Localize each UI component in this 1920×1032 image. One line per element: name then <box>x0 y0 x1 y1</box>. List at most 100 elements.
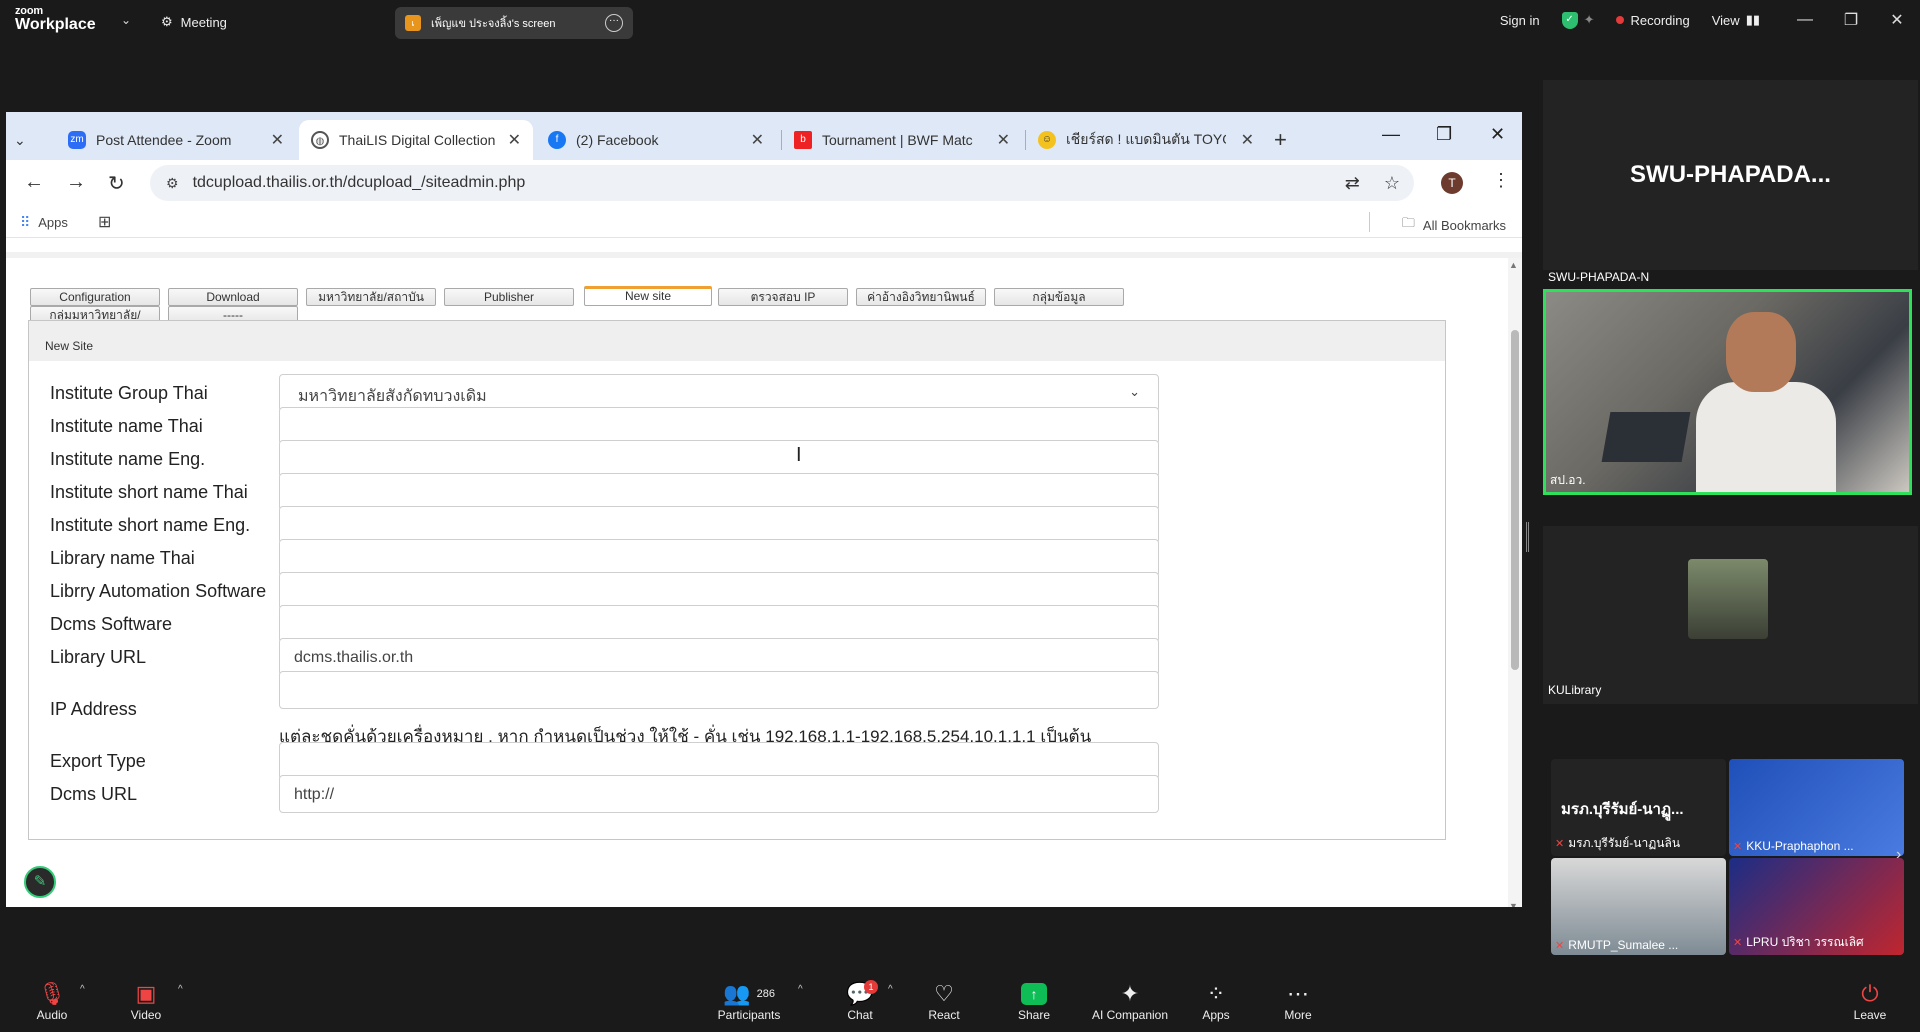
site-info-icon[interactable]: ⚙ <box>166 175 179 192</box>
scroll-thumb[interactable] <box>1511 330 1519 670</box>
heart-icon: ♡ <box>934 981 954 1006</box>
gallery-tile[interactable]: ✕ LPRU ปริชา วรรณเลิศ <box>1729 858 1904 955</box>
sign-in-link[interactable]: Sign in <box>1500 13 1540 28</box>
muted-mic-icon: ✕ <box>1733 937 1743 949</box>
minimize-icon[interactable]: — <box>1382 124 1400 145</box>
star-icon[interactable]: ☆ <box>1384 173 1400 194</box>
ai-companion-button[interactable]: ✦ AI Companion <box>1086 980 1174 1022</box>
participants-button[interactable]: 👥 286 Participants <box>714 980 784 1022</box>
view-label: View <box>1711 12 1740 28</box>
label-institute-name-eng: Institute name Eng. <box>50 449 206 469</box>
reload-icon[interactable]: ↻ <box>108 171 125 196</box>
tab-youtube-live[interactable]: ☺ เชียร์สด ! แบดมินตัน TOYOT ✕ <box>1026 120 1266 160</box>
tab-configuration[interactable]: Configuration <box>30 288 160 306</box>
ip-address-input[interactable] <box>279 671 1159 709</box>
video-options-icon[interactable]: ^ <box>178 984 183 995</box>
active-speaker-tile[interactable]: SWU-PHAPADA... <box>1543 80 1918 270</box>
chevron-down-icon[interactable]: ⌄ <box>121 13 131 27</box>
screen-share-indicator[interactable]: เ เพ็ญแข ประจงลิ้ง's screen ··· <box>395 7 633 39</box>
video-label: Video <box>130 1008 162 1022</box>
tab-thesis-reference[interactable]: ค่าอ้างอิงวิทยานิพนธ์ <box>856 288 986 306</box>
close-icon[interactable]: ✕ <box>1874 10 1920 30</box>
meeting-menu[interactable]: ⚙ Meeting <box>161 14 227 30</box>
video-button[interactable]: ▣ Video <box>124 980 168 1022</box>
security-status[interactable]: ✓ ✦ <box>1561 11 1594 29</box>
new-tab-icon[interactable]: + <box>1274 127 1287 153</box>
participants-options-icon[interactable]: ^ <box>798 984 803 995</box>
close-tab-icon[interactable]: ✕ <box>508 130 521 150</box>
tab-new-site[interactable]: New site <box>584 286 712 306</box>
tab-bwf[interactable]: b Tournament | BWF Matc ✕ <box>782 120 1022 160</box>
page-scrollbar[interactable]: ▲ ▼ <box>1508 258 1522 907</box>
tab-university[interactable]: มหาวิทยาลัย/สถาบัน <box>306 288 436 306</box>
scroll-up-icon[interactable]: ▲ <box>1509 260 1518 270</box>
recording-label: Recording <box>1630 12 1690 28</box>
label-institute-group-thai: Institute Group Thai <box>50 383 208 403</box>
tab-search-button[interactable]: ⌄ <box>6 120 42 160</box>
label-short-name-thai: Institute short name Thai <box>50 482 248 502</box>
close-tab-icon[interactable]: ✕ <box>271 130 284 150</box>
recording-indicator[interactable]: Recording <box>1616 12 1690 28</box>
audio-options-icon[interactable]: ^ <box>80 984 85 995</box>
restore-icon[interactable]: ❐ <box>1436 124 1452 145</box>
react-button[interactable]: ♡ React <box>924 980 964 1022</box>
more-button[interactable]: ⋯ More <box>1278 980 1318 1022</box>
forward-icon[interactable]: → <box>66 171 86 194</box>
apps-button[interactable]: ⁘ Apps <box>1196 980 1236 1022</box>
gallery-tile[interactable]: ✕ RMUTP_Sumalee ... <box>1551 858 1726 955</box>
zoom-brand: Workplace <box>15 16 96 33</box>
main-video-label: สป.อว. <box>1550 473 1586 487</box>
more-options-icon[interactable]: ··· <box>605 14 623 32</box>
video-off-icon: ▣ <box>135 981 157 1006</box>
emoji-icon: ☺ <box>1038 131 1056 149</box>
tab-thailis[interactable]: ◍ ThaiLIS Digital Collection ✕ <box>299 120 533 160</box>
chevron-down-icon: ⌄ <box>14 131 26 148</box>
translate-icon[interactable]: ⇄ <box>1345 173 1360 194</box>
tab-check-ip[interactable]: ตรวจสอบ IP <box>718 288 848 306</box>
main-video-tile[interactable]: สป.อว. <box>1543 289 1912 495</box>
meeting-toolbar: 🎙 Audio ^ ▣ Video ^ 👥 286 Participants ^… <box>0 974 1920 1032</box>
address-bar[interactable]: ⚙ tdcupload.thailis.or.th/dcupload_/site… <box>150 165 1414 201</box>
browser-toolbar: ← → ↻ ⚙ tdcupload.thailis.or.th/dcupload… <box>6 160 1522 206</box>
gallery-tile[interactable]: มรภ.บุรีรัมย์-นาฏู... ✕ มรภ.บุรีรัมย์-นาฏ… <box>1551 759 1726 856</box>
apps-bookmark[interactable]: ⠿ Apps <box>20 214 68 231</box>
leave-button[interactable]: ⏻ Leave <box>1850 980 1890 1022</box>
tab-facebook[interactable]: f (2) Facebook ✕ <box>536 120 776 160</box>
tab-data-group[interactable]: กลุ่มข้อมูล <box>994 288 1124 306</box>
meeting-label: Meeting <box>180 14 227 30</box>
chevron-right-icon[interactable]: › <box>1896 846 1901 864</box>
annotate-pencil-icon[interactable]: ✎ <box>24 866 56 898</box>
gallery-tile[interactable]: ✕ KKU-Praphaphon ... <box>1729 759 1904 856</box>
tab-download[interactable]: Download <box>168 288 298 306</box>
video-person-face <box>1726 312 1796 392</box>
tab-groups-icon[interactable]: ⊞ <box>98 212 111 232</box>
audio-button[interactable]: 🎙 Audio <box>30 980 74 1022</box>
tab-title: Tournament | BWF Matc <box>822 132 973 148</box>
record-dot-icon <box>1616 16 1625 24</box>
back-icon[interactable]: ← <box>24 171 44 194</box>
all-bookmarks[interactable]: 🗀 All Bookmarks <box>1402 214 1506 236</box>
close-icon[interactable]: ✕ <box>1490 124 1505 145</box>
tab-post-attendee[interactable]: zm Post Attendee - Zoom ✕ <box>56 120 296 160</box>
more-icon: ⋯ <box>1287 981 1309 1006</box>
dcms-url-input[interactable]: http:// <box>279 775 1159 813</box>
profile-avatar[interactable]: T <box>1441 172 1463 194</box>
apps-grid-icon: ⠿ <box>20 214 31 230</box>
tile-name: KKU-Praphaphon ... <box>1746 839 1854 853</box>
bwf-icon: b <box>794 131 812 149</box>
tab-publisher[interactable]: Publisher <box>444 288 574 306</box>
restore-icon[interactable]: ❐ <box>1828 10 1874 30</box>
text-cursor-icon: I <box>796 444 802 466</box>
chat-options-icon[interactable]: ^ <box>888 984 893 995</box>
share-button[interactable]: ↑ Share <box>1014 980 1054 1022</box>
close-tab-icon[interactable]: ✕ <box>751 130 764 150</box>
close-tab-icon[interactable]: ✕ <box>997 130 1010 150</box>
minimize-icon[interactable]: — <box>1782 11 1828 29</box>
splitter-handle[interactable] <box>1526 522 1529 552</box>
view-menu[interactable]: View ▮▮ <box>1712 12 1760 28</box>
url-text: tdcupload.thailis.or.th/dcupload_/sitead… <box>192 174 526 191</box>
menu-icon[interactable]: ⋮ <box>1492 170 1510 191</box>
scroll-down-icon[interactable]: ▼ <box>1509 901 1518 907</box>
participants-label: Participants <box>717 1008 781 1022</box>
close-tab-icon[interactable]: ✕ <box>1241 130 1254 150</box>
